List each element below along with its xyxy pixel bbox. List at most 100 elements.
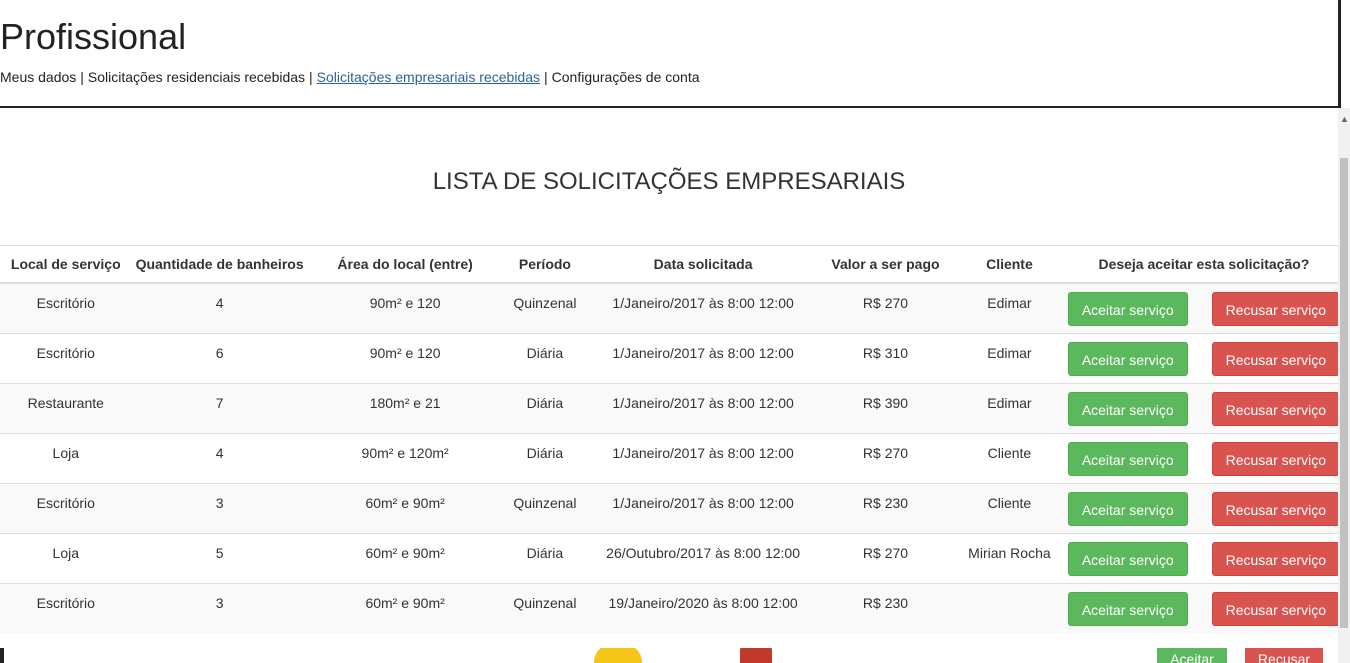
cell-data: 1/Janeiro/2017 às 8:00 12:00 xyxy=(587,432,819,483)
cell-actions: Aceitar serviço Recusar serviço xyxy=(1066,482,1341,533)
cell-area: 60m² e 90m² xyxy=(307,582,503,633)
cell-local: Escritório xyxy=(0,332,132,383)
yellow-avatar-icon xyxy=(594,648,642,663)
nav-separator: | xyxy=(309,69,313,85)
refuse-service-button[interactable]: Recusar serviço xyxy=(1211,292,1340,326)
cell-data: 1/Janeiro/2017 às 8:00 12:00 xyxy=(587,282,819,333)
col-data: Data solicitada xyxy=(587,245,819,284)
cell-periodo: Quinzenal xyxy=(502,482,588,533)
cell-cliente: Edimar xyxy=(952,382,1067,433)
page-title: Profissional xyxy=(0,16,187,57)
cell-actions: Aceitar serviço Recusar serviço xyxy=(1066,532,1341,583)
scroll-up-arrow-icon[interactable]: ▲ xyxy=(1340,114,1349,124)
cell-cliente: Mirian Rocha xyxy=(952,532,1067,583)
col-cliente: Cliente xyxy=(952,245,1067,284)
list-title: LISTA DE SOLICITAÇÕES EMPRESARIAIS xyxy=(432,168,906,195)
cell-actions: Aceitar serviço Recusar serviço xyxy=(1066,432,1341,483)
main-content: LISTA DE SOLICITAÇÕES EMPRESARIAIS Local… xyxy=(0,108,1341,648)
col-banheiros: Quantidade de banheiros xyxy=(131,245,308,284)
table-row: Escritório 6 90m² e 120 Diária 1/Janeiro/201… xyxy=(0,332,1341,383)
cell-actions: Aceitar serviço Recusar serviço xyxy=(1066,382,1341,433)
cell-banheiros: 4 xyxy=(131,282,308,333)
cell-local: Escritório xyxy=(0,482,132,533)
table-row: Escritório 3 60m² e 90m² Quinzenal 19/Janeir… xyxy=(0,582,1341,633)
nav-separator: | xyxy=(544,69,548,85)
refuse-service-button[interactable]: Recusar serviço xyxy=(1211,441,1340,476)
cell-area: 90m² e 120 xyxy=(307,282,503,333)
accept-service-button[interactable]: Aceitar serviço xyxy=(1067,391,1188,426)
cell-cliente xyxy=(952,582,1067,633)
underlying-refuse-button[interactable]: Recusar xyxy=(1245,648,1323,663)
cell-periodo: Quinzenal xyxy=(502,582,588,633)
cell-valor: R$ 270 xyxy=(818,432,953,483)
underlying-accept-button[interactable]: Aceitar xyxy=(1157,648,1227,663)
cell-banheiros: 3 xyxy=(131,482,308,533)
cell-banheiros: 4 xyxy=(131,432,308,483)
requests-table: Local de serviço Quantidade de banheiros… xyxy=(0,245,1341,633)
cell-local: Loja xyxy=(0,532,132,583)
cell-valor: R$ 390 xyxy=(818,382,953,433)
cell-local: Escritório xyxy=(0,582,132,633)
accept-service-button[interactable]: Aceitar serviço xyxy=(1067,441,1188,476)
nav-meus-dados[interactable]: Meus dados xyxy=(0,69,76,85)
cell-periodo: Diária xyxy=(502,532,588,583)
cell-valor: R$ 270 xyxy=(818,532,953,583)
col-local: Local de serviço xyxy=(0,245,132,284)
cell-area: 180m² e 21 xyxy=(307,382,503,433)
cell-periodo: Quinzenal xyxy=(502,282,588,333)
table-row: Loja 5 60m² e 90m² Diária 26/Outubro/2017 às… xyxy=(0,532,1341,583)
cell-data: 26/Outubro/2017 às 8:00 12:00 xyxy=(587,532,819,583)
cell-valor: R$ 230 xyxy=(818,482,953,533)
cell-banheiros: 3 xyxy=(131,582,308,633)
cell-periodo: Diária xyxy=(502,432,588,483)
app-header: Profissional Meus dados | Solicitações res… xyxy=(0,0,1340,108)
cell-data: 1/Janeiro/2017 às 8:00 12:00 xyxy=(587,482,819,533)
accept-service-button[interactable]: Aceitar serviço xyxy=(1067,541,1188,576)
nav-solicitacoes-residenciais[interactable]: Solicitações residenciais recebidas xyxy=(88,69,305,85)
left-edge-mark xyxy=(0,648,4,663)
nav-solicitacoes-empresariais[interactable]: Solicitações empresariais recebidas xyxy=(317,69,540,85)
table-row: Loja 4 90m² e 120m² Diária 1/Janeiro/2017 às… xyxy=(0,432,1341,483)
cell-actions: Aceitar serviço Recusar serviço xyxy=(1066,282,1341,333)
cell-local: Loja xyxy=(0,432,132,483)
refuse-service-button[interactable]: Recusar serviço xyxy=(1211,591,1340,626)
refuse-service-button[interactable]: Recusar serviço xyxy=(1211,541,1340,576)
cell-local: Escritório xyxy=(0,282,132,333)
table-row: Escritório 4 90m² e 120 Quinzenal 1/Janeiro/… xyxy=(0,282,1341,333)
scrollbar-thumb[interactable] xyxy=(1340,158,1348,628)
cell-local: Restaurante xyxy=(0,382,132,433)
col-aceitar: Deseja aceitar esta solicitação? xyxy=(1066,245,1341,284)
cell-area: 60m² e 90m² xyxy=(307,532,503,583)
underlying-page-row: Aceitar Recusar xyxy=(0,648,1338,663)
nav-separator: | xyxy=(80,69,84,85)
cell-cliente: Edimar xyxy=(952,282,1067,333)
cell-actions: Aceitar serviço Recusar serviço xyxy=(1066,582,1341,633)
col-periodo: Período xyxy=(502,245,588,284)
cell-banheiros: 5 xyxy=(131,532,308,583)
accept-service-button[interactable]: Aceitar serviço xyxy=(1067,491,1188,526)
table-row: Escritório 3 60m² e 90m² Quinzenal 1/Janeiro… xyxy=(0,482,1341,533)
table-row: Restaurante 7 180m² e 21 Diária 1/Janeiro/20… xyxy=(0,382,1341,433)
cell-cliente: Edimar xyxy=(952,332,1067,383)
nav-configuracoes-conta[interactable]: Configurações de conta xyxy=(552,69,700,85)
cell-valor: R$ 310 xyxy=(818,332,953,383)
cell-periodo: Diária xyxy=(502,332,588,383)
cell-area: 90m² e 120m² xyxy=(307,432,503,483)
col-area: Área do local (entre) xyxy=(307,245,503,284)
cell-periodo: Diária xyxy=(502,382,588,433)
accept-service-button[interactable]: Aceitar serviço xyxy=(1067,591,1188,626)
cell-actions: Aceitar serviço Recusar serviço xyxy=(1066,332,1341,383)
cell-valor: R$ 230 xyxy=(818,582,953,633)
cell-banheiros: 6 xyxy=(131,332,308,383)
cell-cliente: Cliente xyxy=(952,432,1067,483)
refuse-service-button[interactable]: Recusar serviço xyxy=(1211,491,1340,526)
accept-service-button[interactable]: Aceitar serviço xyxy=(1067,292,1188,326)
refuse-service-button[interactable]: Recusar serviço xyxy=(1211,391,1340,426)
refuse-service-button[interactable]: Recusar serviço xyxy=(1211,341,1340,376)
cell-valor: R$ 270 xyxy=(818,282,953,333)
vertical-scrollbar[interactable]: ▲ xyxy=(1338,108,1350,663)
accept-service-button[interactable]: Aceitar serviço xyxy=(1067,341,1188,376)
cell-data: 19/Janeiro/2020 às 8:00 12:00 xyxy=(587,582,819,633)
cell-data: 1/Janeiro/2017 às 8:00 12:00 xyxy=(587,332,819,383)
cell-cliente: Cliente xyxy=(952,482,1067,533)
